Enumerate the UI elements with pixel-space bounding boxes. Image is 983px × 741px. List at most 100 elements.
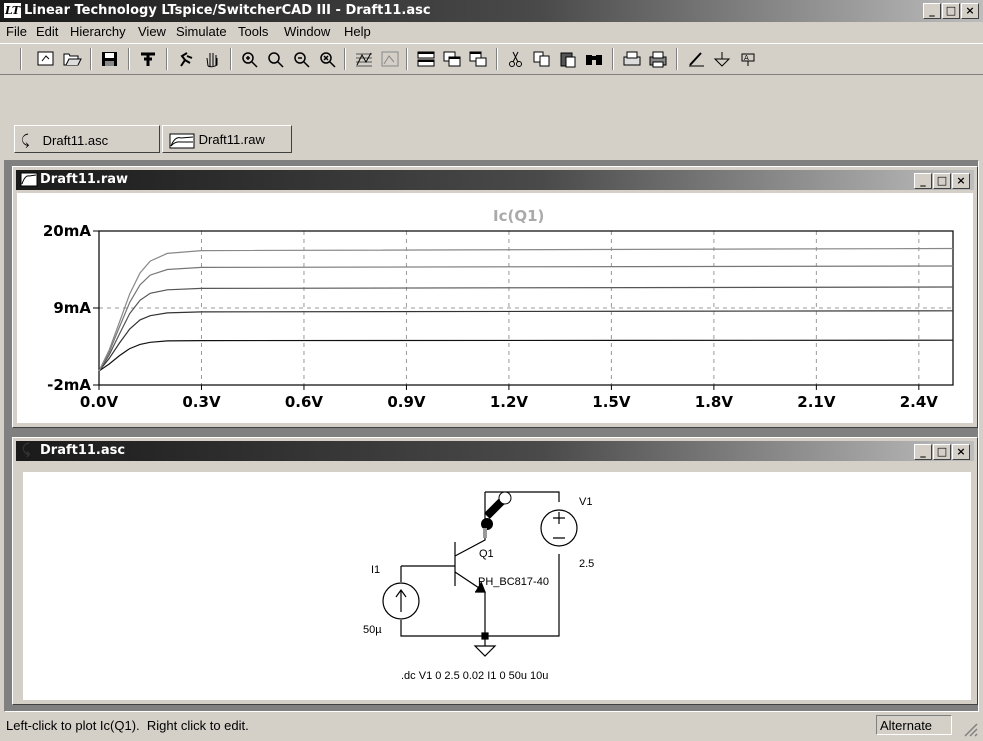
control-panel-icon[interactable] (136, 47, 160, 71)
menu-hierarchy[interactable]: Hierarchy (68, 22, 128, 42)
waveform-titlebar[interactable]: Draft11.raw _ □ × (16, 170, 974, 190)
status-message: Left-click to plot Ic(Q1). Right click t… (6, 718, 249, 733)
i1-value[interactable]: 50µ (363, 624, 382, 636)
spice-directive[interactable]: .dc V1 0 2.5 0.02 I1 0 50u 10u (401, 670, 548, 682)
toolbar-separator (20, 48, 22, 70)
tab-draft11-asc[interactable]: ⤹ Draft11.asc (14, 125, 160, 153)
save-icon[interactable] (98, 47, 122, 71)
x-tick-label: 2.1V (797, 393, 836, 411)
toolbar-separator (676, 48, 678, 70)
i1-current-source[interactable] (382, 582, 420, 620)
tab-label: Draft11.asc (42, 133, 109, 148)
x-tick-label: 1.2V (490, 393, 529, 411)
tile-horizontal-icon[interactable] (414, 47, 438, 71)
y-tick-label: 9mA (53, 299, 91, 317)
tabs-row: ⤹ Draft11.asc Draft11.raw (14, 125, 983, 153)
menu-file[interactable]: File (4, 22, 29, 42)
zoom-fit-icon[interactable] (316, 47, 340, 71)
lt-logo-icon: LT (4, 3, 21, 18)
maximize-button[interactable]: □ (933, 173, 951, 189)
zoom-out-icon[interactable] (290, 47, 314, 71)
svg-text:A: A (744, 54, 749, 62)
zoom-in-icon[interactable] (238, 47, 262, 71)
find-binoculars-icon[interactable] (582, 47, 606, 71)
new-schematic-icon[interactable] (34, 47, 58, 71)
zoom-pan-icon[interactable] (264, 47, 288, 71)
ground-icon[interactable] (710, 47, 734, 71)
toolbar: A (0, 43, 983, 75)
v1-label[interactable]: V1 (579, 496, 592, 508)
copy-icon[interactable] (530, 47, 554, 71)
y-tick-label: -2mA (47, 376, 91, 394)
toolbar-separator (496, 48, 498, 70)
maximize-button[interactable]: □ (933, 444, 951, 460)
x-tick-label: 1.5V (592, 393, 631, 411)
print-setup-icon[interactable] (620, 47, 644, 71)
toolbar-separator (344, 48, 346, 70)
series-line-4 (98, 265, 954, 372)
y-tick-label: 20mA (43, 222, 92, 240)
waveform-title: Draft11.raw (40, 172, 129, 187)
schematic-window: ⤹ Draft11.asc _ □ × V1 2.5 Q1 PH_BC817-4… (12, 437, 978, 705)
x-tick-label: 0.3V (182, 393, 221, 411)
x-tick-label: 1.8V (695, 393, 734, 411)
toolbar-separator (230, 48, 232, 70)
series-line-3 (98, 286, 954, 372)
menu-tools[interactable]: Tools (236, 22, 270, 42)
x-tick-label: 0.0V (80, 393, 119, 411)
minimize-button[interactable]: _ (914, 173, 932, 189)
halt-hand-icon[interactable] (200, 47, 224, 71)
menu-simulate[interactable]: Simulate (174, 22, 229, 42)
paste-icon[interactable] (556, 47, 580, 71)
cascade-icon[interactable] (440, 47, 464, 71)
close-button[interactable]: × (961, 3, 979, 19)
menu-help[interactable]: Help (342, 22, 373, 42)
toolbar-separator (406, 48, 408, 70)
resize-grip-icon[interactable] (962, 721, 978, 737)
minimize-button[interactable]: _ (923, 3, 941, 19)
cut-icon[interactable] (504, 47, 528, 71)
autorange-icon[interactable] (352, 47, 376, 71)
waveform-icon (20, 172, 38, 187)
v1-value[interactable]: 2.5 (579, 558, 594, 570)
label-net-icon[interactable]: A (736, 47, 760, 71)
minimize-button[interactable]: _ (914, 444, 932, 460)
app-title: Linear Technology LTspice/SwitcherCAD II… (24, 3, 431, 18)
run-icon[interactable] (174, 47, 198, 71)
draw-wire-pencil-icon[interactable] (684, 47, 708, 71)
print-icon[interactable] (646, 47, 670, 71)
status-bar: Left-click to plot Ic(Q1). Right click t… (0, 713, 983, 741)
menu-window[interactable]: Window (282, 22, 332, 42)
menu-bar: File Edit Hierarchy View Simulate Tools … (0, 22, 983, 42)
tab-draft11-raw[interactable]: Draft11.raw (162, 125, 292, 153)
close-button[interactable]: × (952, 173, 970, 189)
menu-edit[interactable]: Edit (34, 22, 60, 42)
i1-label[interactable]: I1 (371, 564, 380, 576)
tile-vertical-icon[interactable] (466, 47, 490, 71)
plot-pane[interactable]: Ic(Q1) 0.0V 0.3V 0.6V 0.9V 1.2V 1.5V 1.8V 2.1V 2… (17, 193, 973, 423)
open-folder-icon[interactable] (60, 47, 84, 71)
waveform-icon (169, 133, 195, 149)
schematic-titlebar[interactable]: ⤹ Draft11.asc _ □ × (16, 441, 974, 461)
app-titlebar[interactable]: LT Linear Technology LTspice/SwitcherCAD… (0, 0, 983, 22)
x-tick-label: 2.4V (900, 393, 939, 411)
menu-view[interactable]: View (136, 22, 168, 42)
v1-voltage-source[interactable] (540, 509, 578, 547)
tab-label: Draft11.raw (198, 132, 265, 147)
waveform-plot[interactable]: 0.0V 0.3V 0.6V 0.9V 1.2V 1.5V 1.8V 2.1V 2.4V 20mA… (17, 193, 973, 423)
status-mode: Alternate (876, 715, 952, 735)
toolbar-separator (612, 48, 614, 70)
mark-unref-icon[interactable] (378, 47, 402, 71)
waveform-window: Draft11.raw _ □ × Ic(Q1) 0.0V 0.3V 0.6V 0.9… (12, 166, 978, 428)
series-line-1 (98, 339, 954, 372)
q1-model[interactable]: PH_BC817-40 (478, 576, 549, 588)
q1-label[interactable]: Q1 (479, 548, 494, 560)
schematic-icon: ⤹ (21, 132, 30, 148)
toolbar-separator (128, 48, 130, 70)
x-tick-label: 0.6V (285, 393, 324, 411)
maximize-button[interactable]: □ (942, 3, 960, 19)
wires[interactable] (400, 491, 560, 646)
close-button[interactable]: × (952, 444, 970, 460)
x-tick-label: 0.9V (387, 393, 426, 411)
schematic-canvas[interactable]: V1 2.5 Q1 PH_BC817-40 I1 50µ .dc V1 0 2.… (23, 472, 971, 700)
